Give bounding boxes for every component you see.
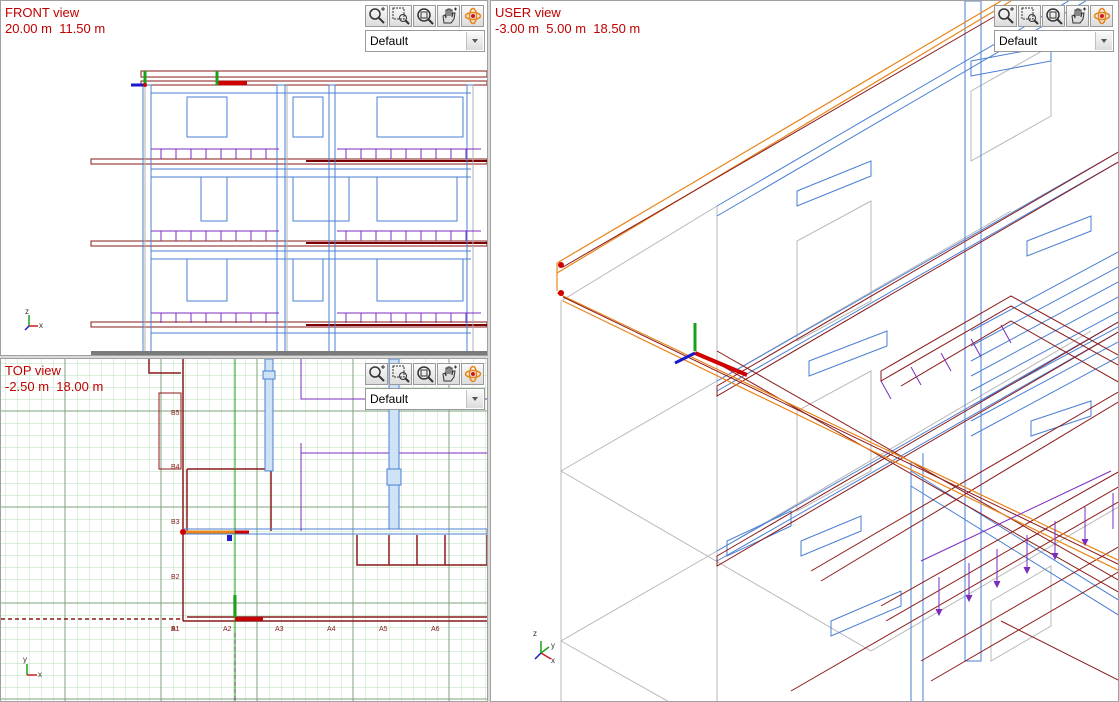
orbit-icon[interactable]	[461, 5, 484, 27]
top-view-canvas[interactable]: B5B4B3B2B1 A1 A2 A3 A4 A5 A6	[1, 359, 488, 702]
top-view-style-select[interactable]: Default	[365, 388, 485, 410]
top-view-coords: -2.50 m 18.00 m	[5, 379, 104, 394]
orbit-icon[interactable]	[461, 363, 484, 385]
top-view-style-value: Default	[370, 392, 409, 406]
user-view-toolbar	[994, 5, 1113, 27]
pan-hand-icon[interactable]	[437, 5, 460, 27]
svg-text:B2: B2	[171, 574, 180, 581]
user-view-style-value: Default	[999, 34, 1038, 48]
svg-text:A6: A6	[431, 626, 440, 633]
axis-y-label: y	[551, 641, 555, 650]
axis-x-label: x	[38, 670, 42, 679]
front-view-title: FRONT view	[5, 5, 80, 20]
user-view-title: USER view	[495, 5, 561, 20]
axis-x-label: x	[39, 321, 43, 330]
front-view-style-value: Default	[370, 34, 409, 48]
svg-text:B4: B4	[171, 464, 180, 471]
user-view-label: USER view -3.00 m 5.00 m 18.50 m	[495, 5, 640, 37]
chevron-down-icon[interactable]	[466, 32, 483, 50]
zoom-extents-icon[interactable]	[413, 5, 436, 27]
user-view-canvas[interactable]	[491, 1, 1119, 702]
front-viewport[interactable]: FRONT view 20.00 m 11.50 m z x Default	[0, 0, 488, 356]
front-view-coords: 20.00 m 11.50 m	[5, 21, 106, 36]
front-view-style-select[interactable]: Default	[365, 30, 485, 52]
user-viewport[interactable]: USER view -3.00 m 5.00 m 18.50 m z y x De…	[490, 0, 1119, 702]
svg-text:B3: B3	[171, 519, 180, 526]
svg-text:A4: A4	[327, 626, 336, 633]
top-viewport[interactable]: B5 B4 B3 B2 B1 A1 A2 A3 A4 A5 A6 TOP view -2.50 m …	[0, 358, 488, 702]
zoom-window-icon[interactable]	[1018, 5, 1041, 27]
svg-text:B5: B5	[171, 410, 180, 417]
zoom-extents-icon[interactable]	[413, 363, 436, 385]
zoom-in-icon[interactable]	[365, 363, 388, 385]
axis-z-label: z	[533, 629, 537, 638]
zoom-extents-icon[interactable]	[1042, 5, 1065, 27]
front-view-canvas[interactable]	[1, 1, 488, 356]
zoom-in-icon[interactable]	[365, 5, 388, 27]
svg-text:A2: A2	[223, 626, 232, 633]
zoom-window-icon[interactable]	[389, 363, 412, 385]
svg-text:A5: A5	[379, 626, 388, 633]
pan-hand-icon[interactable]	[437, 363, 460, 385]
user-view-coords: -3.00 m 5.00 m 18.50 m	[495, 21, 641, 36]
front-view-label: FRONT view 20.00 m 11.50 m	[5, 5, 105, 37]
orbit-icon[interactable]	[1090, 5, 1113, 27]
top-view-label: TOP view -2.50 m 18.00 m	[5, 363, 103, 395]
svg-text:A3: A3	[275, 626, 284, 633]
top-view-toolbar	[365, 363, 484, 385]
pan-hand-icon[interactable]	[1066, 5, 1089, 27]
zoom-window-icon[interactable]	[389, 5, 412, 27]
chevron-down-icon[interactable]	[1095, 32, 1112, 50]
axis-z-label: z	[25, 307, 29, 316]
svg-text:A1: A1	[171, 626, 180, 633]
axis-y-label: y	[23, 655, 27, 664]
front-view-toolbar	[365, 5, 484, 27]
top-view-title: TOP view	[5, 363, 61, 378]
zoom-in-icon[interactable]	[994, 5, 1017, 27]
axis-x-label: x	[551, 656, 555, 665]
chevron-down-icon[interactable]	[466, 390, 483, 408]
user-view-style-select[interactable]: Default	[994, 30, 1114, 52]
